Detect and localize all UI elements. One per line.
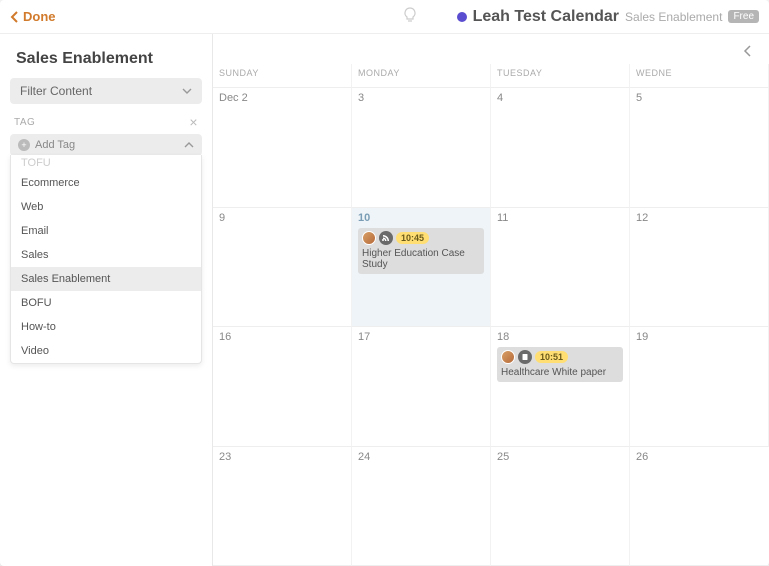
day-cell[interactable]: 18 10:51 Healthcare White paper [491,327,630,447]
add-tag-button[interactable]: + Add Tag [10,134,202,156]
chevron-left-icon [10,11,20,23]
sidebar-title: Sales Enablement [16,50,202,68]
tag-item[interactable]: Video [11,339,201,363]
day-number: 19 [636,331,762,343]
day-cell[interactable]: 9 [213,208,352,328]
day-cell[interactable]: 3 [352,88,491,208]
add-tag-label: Add Tag [35,139,75,151]
calendar-color-dot [457,12,467,22]
tag-item[interactable]: Email [11,219,201,243]
day-number: 25 [497,451,623,463]
plus-icon: + [18,139,30,151]
filter-label: Filter Content [20,84,92,98]
day-number: 17 [358,331,484,343]
day-cell[interactable]: 11 [491,208,630,328]
calendar-event[interactable]: 10:45 Higher Education Case Study [358,228,484,274]
lightbulb-icon[interactable] [403,7,417,26]
day-cell[interactable]: 10 10:45 Higher Education Case Study [352,208,491,328]
tag-item[interactable]: Sales Enablement [11,267,201,291]
day-number: 26 [636,451,763,463]
event-time: 10:45 [396,232,429,244]
calendar-event[interactable]: 10:51 Healthcare White paper [497,347,623,382]
day-header: WEDNE [630,64,769,88]
day-cell[interactable]: 16 [213,327,352,447]
day-number: 4 [497,92,623,104]
filter-content-dropdown[interactable]: Filter Content [10,78,202,104]
day-header: MONDAY [352,64,491,88]
day-number: 16 [219,331,345,343]
day-cell[interactable]: 24 [352,447,491,566]
day-number: 10 [358,212,484,224]
day-cell[interactable]: 5 [630,88,769,208]
day-cell[interactable]: 19 [630,327,769,447]
day-number: Dec 2 [219,92,345,104]
day-number: 11 [497,212,623,224]
event-title: Higher Education Case Study [362,248,480,270]
day-number: 24 [358,451,484,463]
day-cell[interactable]: Dec 2 [213,88,352,208]
rss-icon [379,231,393,245]
chevron-down-icon [182,86,192,96]
day-cell[interactable]: 23 [213,447,352,566]
tag-item[interactable]: TOFU [11,155,201,171]
day-cell[interactable]: 26 [630,447,769,566]
tag-section-label: TAG [14,117,35,128]
tag-item[interactable]: Sales [11,243,201,267]
prev-period-button[interactable] [737,42,759,64]
day-cell[interactable]: 25 [491,447,630,566]
day-cell[interactable]: 12 [630,208,769,328]
done-label: Done [23,9,56,24]
avatar [501,350,515,364]
day-number: 9 [219,212,345,224]
day-header: TUESDAY [491,64,630,88]
sidebar: Sales Enablement Filter Content TAG × + … [0,34,212,566]
doc-icon [518,350,532,364]
tag-item[interactable]: Web [11,195,201,219]
chevron-up-icon [184,140,194,150]
calendar-title: Leah Test Calendar [473,8,619,26]
avatar [362,231,376,245]
done-button[interactable]: Done [10,9,56,24]
event-title: Healthcare White paper [501,367,619,378]
day-number: 12 [636,212,762,224]
tag-item[interactable]: Ecommerce [11,171,201,195]
day-number: 5 [636,92,762,104]
day-number: 3 [358,92,484,104]
day-number: 18 [497,331,623,343]
day-header: SUNDAY [213,64,352,88]
tag-item[interactable]: How-to [11,315,201,339]
plan-badge: Free [728,10,759,23]
calendar-view: SUNDAYMONDAYTUESDAYWEDNE Dec 2 3 4 5 9 10 10:45… [212,34,769,566]
day-number: 23 [219,451,345,463]
day-cell[interactable]: 17 [352,327,491,447]
day-cell[interactable]: 4 [491,88,630,208]
calendar-subtitle: Sales Enablement [625,10,722,24]
event-time: 10:51 [535,351,568,363]
tag-dropdown-list: TOFUEcommerceWebEmailSalesSales Enableme… [10,155,202,364]
close-icon[interactable]: × [189,114,198,130]
tag-item[interactable]: BOFU [11,291,201,315]
